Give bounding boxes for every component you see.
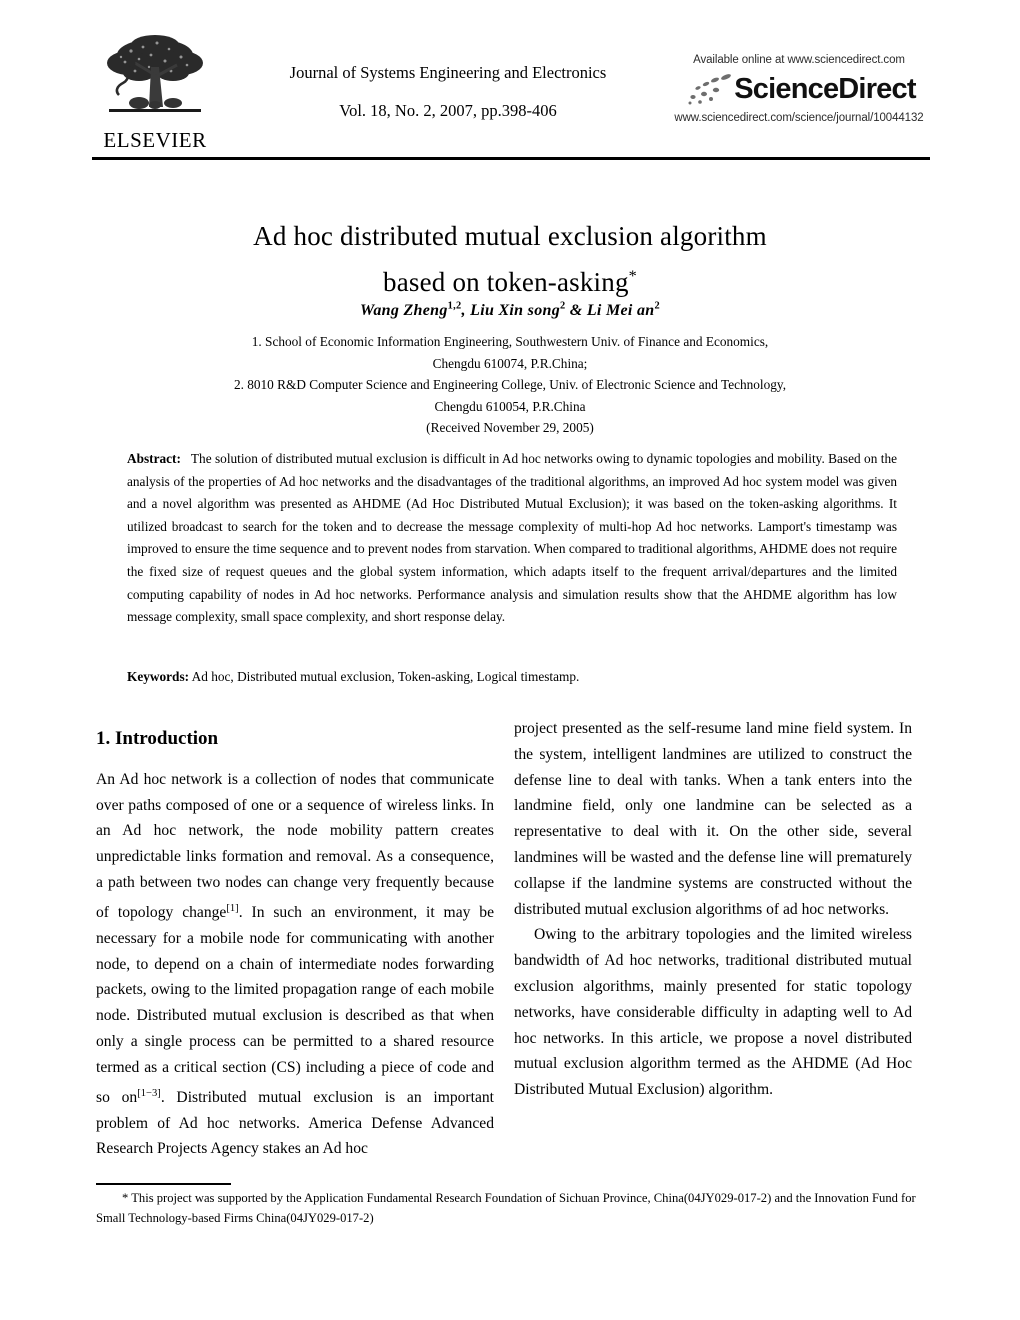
citation-ref-1-3: [1−3] <box>137 1087 161 1099</box>
affiliation-1-line-1: 1. School of Economic Information Engine… <box>251 334 769 349</box>
paragraph-intro-1: An Ad hoc network is a collection of nod… <box>96 767 494 1162</box>
journal-title: Journal of Systems Engineering and Elect… <box>289 63 607 83</box>
author-3: Li Mei an2 <box>586 301 660 320</box>
abstract-text: The solution of distributed mutual exclu… <box>127 451 897 625</box>
author-2-separator: & <box>565 302 587 320</box>
author-1-name: Wang Zheng <box>360 302 448 320</box>
footnote-marker: * <box>122 1191 129 1205</box>
affiliation-1-line-2: Chengdu 610074, P.R.China; <box>432 355 588 371</box>
author-3-affiliation-marker: 2 <box>654 301 660 312</box>
page-title: Ad hoc distributed mutual exclusion algo… <box>110 216 910 302</box>
section-heading-introduction: 1. Introduction <box>96 728 219 749</box>
available-online-text: Available online at www.sciencedirect.co… <box>693 54 905 66</box>
intro-text-c: . Distributed mutual exclusion is an imp… <box>96 1088 495 1158</box>
sciencedirect-dots-icon <box>688 74 732 105</box>
sciencedirect-logo: ScienceDirect <box>668 69 930 109</box>
journal-volume-issue-pages: Vol. 18, No. 2, 2007, pp.398-406 <box>339 100 557 120</box>
title-line-2: based on token-asking* <box>110 256 910 302</box>
author-3-name: Li Mei an <box>586 302 655 320</box>
elsevier-tree-icon <box>107 35 203 112</box>
affiliation-2-line-2: Chengdu 610054, P.R.China <box>434 398 586 414</box>
citation-ref-1: [1] <box>226 902 239 914</box>
author-2: Liu Xin song2 & <box>470 301 587 320</box>
abstract-block: Abstract: The solution of distributed mut… <box>127 448 897 629</box>
journal-masthead: ELSEVIER Journal of Systems Engineering … <box>92 24 930 152</box>
affiliation-2-line-1: 2. 8010 R&D Computer Science and Enginee… <box>233 377 787 392</box>
elsevier-logo: ELSEVIER <box>92 25 218 151</box>
sciencedirect-journal-url: www.sciencedirect.com/science/journal/10… <box>674 112 924 124</box>
sciencedirect-block: Available online at www.sciencedirect.co… <box>668 52 930 124</box>
journal-identification: Journal of Systems Engineering and Elect… <box>290 56 607 119</box>
title-footnote-marker: * <box>628 267 637 285</box>
author-1-affiliation-marker: 1,2 <box>447 301 462 312</box>
intro-text-b: . In such an environment, it may be nece… <box>96 903 495 1106</box>
title-line-1: Ad hoc distributed mutual exclusion algo… <box>253 221 767 251</box>
elsevier-wordmark: ELSEVIER <box>103 128 207 152</box>
intro-text-a: An Ad hoc network is a collection of nod… <box>96 770 494 921</box>
author-2-name: Liu Xin song <box>470 302 560 320</box>
paragraph-intro-2: Owing to the arbitrary topologies and th… <box>514 926 912 1099</box>
footnote-separator-rule <box>96 1183 231 1185</box>
footnote-block: * This project was supported by the Appl… <box>96 1189 930 1228</box>
keywords-label: Keywords: <box>127 669 190 684</box>
keywords-block: Keywords: Ad hoc, Distributed mutual exc… <box>127 666 897 688</box>
affiliation-block: 1. School of Economic Information Engine… <box>90 331 930 439</box>
sciencedirect-wordmark: ScienceDirect <box>734 72 916 105</box>
author-1-separator: , <box>461 302 471 320</box>
masthead-divider-rule <box>92 157 930 160</box>
author-list: Wang Zheng1,2, Liu Xin song2 & Li Mei an… <box>110 301 910 320</box>
abstract-label: Abstract: <box>127 451 181 466</box>
title-line-2-text: based on token-asking <box>383 267 629 297</box>
paragraph-intro-continued: project presented as the self-resume lan… <box>514 720 912 918</box>
body-column-left: 1. Introduction An Ad hoc network is a c… <box>96 728 494 1162</box>
body-column-right: project presented as the self-resume lan… <box>514 716 912 1103</box>
author-1: Wang Zheng1,2, <box>360 301 471 320</box>
paper-page: ELSEVIER Journal of Systems Engineering … <box>0 0 1020 1320</box>
received-date: (Received November 29, 2005) <box>426 420 594 435</box>
keywords-text: Ad hoc, Distributed mutual exclusion, To… <box>191 669 580 684</box>
footnote-line-1: This project was supported by the Applic… <box>131 1191 772 1205</box>
